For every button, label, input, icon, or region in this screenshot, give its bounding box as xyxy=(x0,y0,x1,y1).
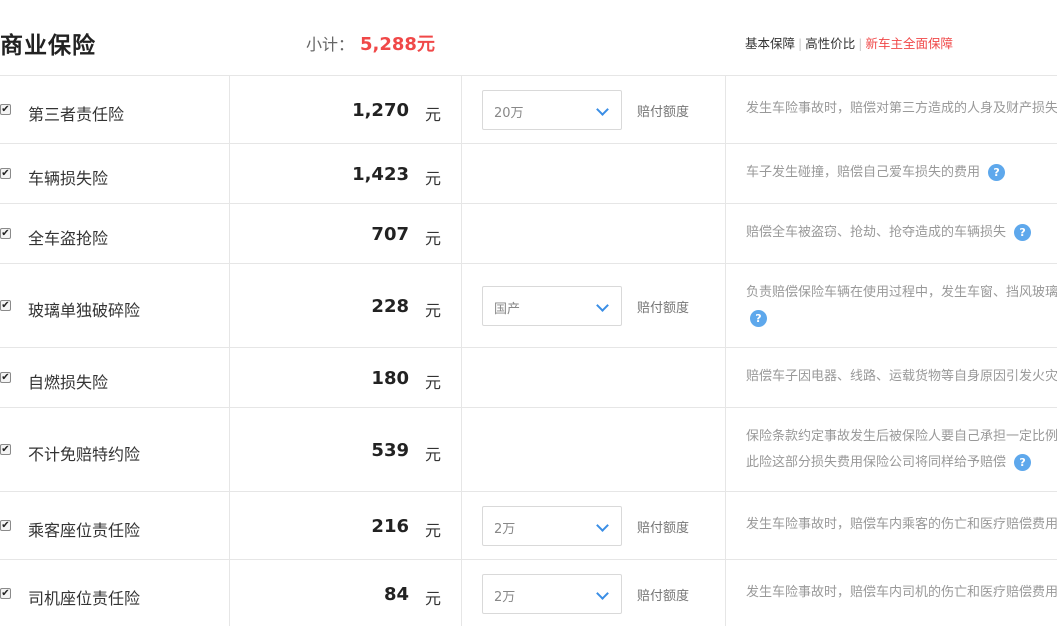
page-title: 商业保险 xyxy=(0,33,96,59)
price-unit: 元 xyxy=(425,105,442,124)
insurance-price: 180 xyxy=(371,368,409,389)
table-row: ✔ 车辆损失险 1,423 元 车子发生碰撞，赔偿自己爱车损失的费用? xyxy=(0,144,1057,204)
insurance-price: 1,423 xyxy=(352,164,409,185)
chevron-down-icon xyxy=(596,587,609,600)
coverage-value: 国产 xyxy=(494,302,521,317)
insurance-name: 不计免赔特约险 xyxy=(28,445,141,464)
coverage-select[interactable]: 国产 xyxy=(482,286,622,326)
coverage-value: 2万 xyxy=(494,590,516,605)
price-unit: 元 xyxy=(425,589,442,608)
insurance-price: 84 xyxy=(383,584,409,605)
desc-text: 此险这部分损失费用保险公司将同样给予赔偿 xyxy=(746,455,1007,470)
insurance-desc: 赔偿全车被盗窃、抢劫、抢夺造成的车辆损失? xyxy=(746,220,1057,246)
insurance-desc: 负责赔偿保险车辆在使用过程中，发生车窗、挡风玻璃? xyxy=(746,280,1057,332)
table-row: ✔ 第三者责任险 1,270 元 20万 赔付额度 发生车险事故时，赔偿对第三方… xyxy=(0,76,1057,144)
checkmark-icon[interactable]: ✔ xyxy=(0,444,11,455)
limit-label: 赔付额度 xyxy=(637,301,690,316)
insurance-price: 216 xyxy=(371,516,409,537)
price-unit: 元 xyxy=(425,169,442,188)
coverage-select[interactable]: 2万 xyxy=(482,574,622,614)
price-unit: 元 xyxy=(425,521,442,540)
chevron-down-icon xyxy=(596,103,609,116)
checkmark-icon[interactable]: ✔ xyxy=(0,520,11,531)
coverage-value: 2万 xyxy=(494,522,516,537)
insurance-name: 全车盗抢险 xyxy=(28,229,109,248)
subtotal-amount: 5,288元 xyxy=(360,34,435,55)
limit-label: 赔付额度 xyxy=(637,521,690,536)
insurance-desc: 发生车险事故时，赔偿对第三方造成的人身及财产损失 xyxy=(746,101,1057,116)
desc-text: 赔偿全车被盗窃、抢劫、抢夺造成的车辆损失 xyxy=(746,225,1007,240)
insurance-price: 228 xyxy=(371,296,409,317)
insurance-name: 乘客座位责任险 xyxy=(28,521,141,540)
question-icon[interactable]: ? xyxy=(988,164,1006,181)
price-unit: 元 xyxy=(425,445,442,464)
insurance-desc: 发生车险事故时，赔偿车内乘客的伤亡和医疗赔偿费用 xyxy=(746,517,1057,532)
limit-label: 赔付额度 xyxy=(637,589,690,604)
checkmark-icon[interactable]: ✔ xyxy=(0,104,11,115)
table-row: ✔ 自燃损失险 180 元 赔偿车子因电器、线路、运载货物等自身原因引发火灾 xyxy=(0,348,1057,408)
coverage-value: 20万 xyxy=(494,106,524,121)
question-icon[interactable]: ? xyxy=(750,310,767,327)
price-unit: 元 xyxy=(425,301,442,320)
checkmark-icon[interactable]: ✔ xyxy=(0,300,11,311)
insurance-name: 第三者责任险 xyxy=(28,105,125,124)
price-unit: 元 xyxy=(425,373,442,392)
table-row: ✔ 不计免赔特约险 539 元 保险条款约定事故发生后被保险人要自己承担一定比例… xyxy=(0,408,1057,492)
insurance-name: 车辆损失险 xyxy=(28,169,109,188)
coverage-select[interactable]: 2万 xyxy=(482,506,622,546)
plan-options: 基本保障 | 高性价比 | 新车主全面保障 xyxy=(745,33,953,52)
checkmark-icon[interactable]: ✔ xyxy=(0,588,11,599)
question-icon[interactable]: ? xyxy=(1014,454,1032,471)
plan-basic-link[interactable]: 基本保障 xyxy=(745,36,795,51)
insurance-price: 1,270 xyxy=(352,100,409,121)
table-row: ✔ 司机座位责任险 84 元 2万 赔付额度 发生车险事故时，赔偿车内司机的伤亡… xyxy=(0,560,1057,626)
table-row: ✔ 乘客座位责任险 216 元 2万 赔付额度 发生车险事故时，赔偿车内乘客的伤… xyxy=(0,492,1057,560)
checkmark-icon[interactable]: ✔ xyxy=(0,372,11,383)
table-row: ✔ 玻璃单独破碎险 228 元 国产 赔付额度 负责赔偿保险车辆在使用过程中，发… xyxy=(0,264,1057,348)
insurance-name: 司机座位责任险 xyxy=(28,589,141,608)
question-icon[interactable]: ? xyxy=(1014,224,1032,241)
header: 商业保险 小计： 5,288元 基本保障 | 高性价比 | 新车主全面保障 xyxy=(0,0,1057,76)
desc-text: 保险条款约定事故发生后被保险人要自己承担一定比例 xyxy=(746,429,1057,444)
plan-divider: | xyxy=(798,36,803,51)
table-row: ✔ 全车盗抢险 707 元 赔偿全车被盗窃、抢劫、抢夺造成的车辆损失? xyxy=(0,204,1057,264)
insurance-price: 707 xyxy=(371,224,409,245)
subtotal: 小计： 5,288元 xyxy=(306,30,435,56)
insurance-desc: 车子发生碰撞，赔偿自己爱车损失的费用? xyxy=(746,160,1057,186)
plan-divider: | xyxy=(858,36,863,51)
plan-full-link[interactable]: 新车主全面保障 xyxy=(865,36,953,51)
chevron-down-icon xyxy=(596,519,609,532)
price-unit: 元 xyxy=(425,229,442,248)
insurance-price: 539 xyxy=(371,440,409,461)
insurance-name: 玻璃单独破碎险 xyxy=(28,301,141,320)
limit-label: 赔付额度 xyxy=(637,105,690,120)
checkmark-icon[interactable]: ✔ xyxy=(0,228,11,239)
subtotal-label: 小计： xyxy=(306,35,355,54)
desc-text: 负责赔偿保险车辆在使用过程中，发生车窗、挡风玻璃 xyxy=(746,285,1057,300)
insurance-name: 自燃损失险 xyxy=(28,373,109,392)
insurance-desc: 发生车险事故时，赔偿车内司机的伤亡和医疗赔偿费用 xyxy=(746,585,1057,600)
checkmark-icon[interactable]: ✔ xyxy=(0,168,11,179)
insurance-desc: 保险条款约定事故发生后被保险人要自己承担一定比例 此险这部分损失费用保险公司将同样… xyxy=(746,424,1057,476)
insurance-table: ✔ 第三者责任险 1,270 元 20万 赔付额度 发生车险事故时，赔偿对第三方… xyxy=(0,75,1057,626)
plan-value-link[interactable]: 高性价比 xyxy=(805,36,855,51)
insurance-desc: 赔偿车子因电器、线路、运载货物等自身原因引发火灾 xyxy=(746,369,1057,384)
coverage-select[interactable]: 20万 xyxy=(482,90,622,130)
chevron-down-icon xyxy=(596,299,609,312)
desc-text: 车子发生碰撞，赔偿自己爱车损失的费用 xyxy=(746,165,981,180)
